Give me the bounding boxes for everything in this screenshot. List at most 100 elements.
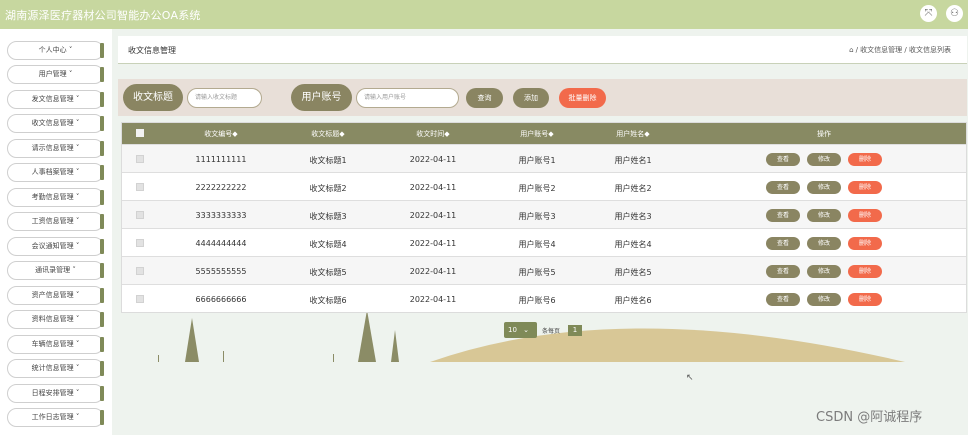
- delete-button[interactable]: 删除: [848, 209, 882, 222]
- sidebar-item-meeting[interactable]: 会议通知管理 ˅: [7, 237, 104, 256]
- edit-button[interactable]: 修改: [807, 237, 841, 250]
- sidebar-item-personal-center[interactable]: 个人中心 ˅: [7, 41, 104, 60]
- page-title: 收文信息管理: [128, 46, 176, 55]
- table-row: 1111111111 收文标题1 2022-04-11 用户账号1 用户姓名1 …: [122, 144, 966, 172]
- cell-name: 用户姓名5: [614, 268, 652, 277]
- col-header-no[interactable]: 收文编号◆: [204, 129, 237, 139]
- sidebar-item-assets[interactable]: 资产信息管理 ˅: [7, 286, 104, 305]
- query-button[interactable]: 查询: [466, 88, 503, 108]
- user-icon[interactable]: ⚇: [946, 5, 963, 22]
- row-checkbox[interactable]: [136, 295, 144, 303]
- cell-no: 4444444444: [195, 239, 247, 248]
- col-header-title[interactable]: 收文标题◆: [311, 129, 344, 139]
- delete-button[interactable]: 删除: [848, 237, 882, 250]
- title-search-label: 收文标题: [123, 84, 183, 111]
- row-checkbox[interactable]: [136, 183, 144, 191]
- batch-delete-button[interactable]: 批量删除: [559, 88, 606, 108]
- page-size-value: 10: [508, 326, 517, 334]
- cell-account: 用户账号4: [518, 240, 556, 249]
- cell-account: 用户账号3: [518, 212, 556, 221]
- cell-account: 用户账号6: [518, 296, 556, 305]
- sidebar-item-salary[interactable]: 工资信息管理 ˅: [7, 212, 104, 231]
- sidebar-item-statistics[interactable]: 统计信息管理 ˅: [7, 359, 104, 378]
- search-bar: 收文标题 请输入收文标题 用户账号 请输入用户账号 查询 添加 批量删除: [118, 79, 967, 116]
- cell-name: 用户姓名3: [614, 212, 652, 221]
- edit-button[interactable]: 修改: [807, 293, 841, 306]
- delete-button[interactable]: 删除: [848, 153, 882, 166]
- cell-title: 收文标题5: [309, 268, 347, 277]
- select-all-checkbox[interactable]: [136, 129, 144, 137]
- row-checkbox[interactable]: [136, 211, 144, 219]
- chevron-down-icon: ⌄: [523, 326, 530, 334]
- add-button[interactable]: 添加: [513, 88, 549, 108]
- col-header-name[interactable]: 用户姓名◆: [616, 129, 649, 139]
- title-search-input[interactable]: 请输入收文标题: [187, 88, 262, 108]
- cell-no: 6666666666: [195, 295, 247, 304]
- content-header: 收文信息管理 ⌂ / 收文信息管理 / 收文信息列表: [118, 36, 967, 64]
- cell-time: 2022-04-11: [409, 239, 457, 248]
- home-icon[interactable]: ⌂: [849, 46, 853, 54]
- sidebar-item-contacts[interactable]: 通讯录管理 ˅: [7, 261, 104, 280]
- view-button[interactable]: 查看: [766, 181, 800, 194]
- view-button[interactable]: 查看: [766, 237, 800, 250]
- edit-button[interactable]: 修改: [807, 265, 841, 278]
- cell-name: 用户姓名1: [614, 156, 652, 165]
- cell-no: 1111111111: [195, 155, 247, 164]
- sidebar-item-outgoing-doc[interactable]: 发文信息管理 ˅: [7, 90, 104, 109]
- sidebar-item-work-log[interactable]: 工作日志管理 ˅: [7, 408, 104, 427]
- col-header-time[interactable]: 收文时间◆: [416, 129, 449, 139]
- row-checkbox[interactable]: [136, 239, 144, 247]
- cell-account: 用户账号2: [518, 184, 556, 193]
- table-row: 3333333333 收文标题3 2022-04-11 用户账号3 用户姓名3 …: [122, 200, 966, 228]
- edit-button[interactable]: 修改: [807, 181, 841, 194]
- cell-name: 用户姓名2: [614, 184, 652, 193]
- col-header-account[interactable]: 用户账号◆: [520, 129, 553, 139]
- cell-no: 3333333333: [195, 211, 247, 220]
- cell-time: 2022-04-11: [409, 267, 457, 276]
- app-title: 湖南源泽医疗器材公司智能办公OA系统: [5, 9, 201, 22]
- sidebar: 个人中心 ˅ 用户管理 ˅ 发文信息管理 ˅ 收文信息管理 ˅ 请示信息管理 ˅…: [0, 29, 112, 435]
- sidebar-item-materials[interactable]: 资料信息管理 ˅: [7, 310, 104, 329]
- cell-name: 用户姓名6: [614, 296, 652, 305]
- delete-button[interactable]: 删除: [848, 181, 882, 194]
- edit-button[interactable]: 修改: [807, 153, 841, 166]
- sidebar-item-requests[interactable]: 请示信息管理 ˅: [7, 139, 104, 158]
- sidebar-item-attendance[interactable]: 考勤信息管理 ˅: [7, 188, 104, 207]
- page-size-select[interactable]: 10 ⌄: [504, 322, 537, 338]
- delete-button[interactable]: 删除: [848, 265, 882, 278]
- table-row: 5555555555 收文标题5 2022-04-11 用户账号5 用户姓名5 …: [122, 256, 966, 284]
- account-search-input[interactable]: 请输入用户账号: [356, 88, 459, 108]
- cell-time: 2022-04-11: [409, 155, 457, 164]
- delete-button[interactable]: 删除: [848, 293, 882, 306]
- sidebar-item-user-mgmt[interactable]: 用户管理 ˅: [7, 65, 104, 84]
- sidebar-item-vehicles[interactable]: 车辆信息管理 ˅: [7, 335, 104, 354]
- mouse-cursor-icon: ↖: [686, 373, 694, 383]
- page-number-button[interactable]: 1: [568, 325, 582, 336]
- watermark: CSDN @阿诚程序: [816, 410, 923, 425]
- view-button[interactable]: 查看: [766, 153, 800, 166]
- breadcrumb: ⌂ / 收文信息管理 / 收文信息列表: [849, 45, 951, 55]
- cell-title: 收文标题2: [309, 184, 347, 193]
- data-table: 收文编号◆ 收文标题◆ 收文时间◆ 用户账号◆ 用户姓名◆ 操作 1111111…: [121, 122, 967, 313]
- sidebar-item-schedule[interactable]: 日程安排管理 ˅: [7, 384, 104, 403]
- table-header: 收文编号◆ 收文标题◆ 收文时间◆ 用户账号◆ 用户姓名◆ 操作: [122, 123, 966, 144]
- cell-no: 5555555555: [195, 267, 247, 276]
- cell-title: 收文标题1: [309, 156, 347, 165]
- fullscreen-icon[interactable]: ⤧: [920, 5, 937, 22]
- cell-account: 用户账号5: [518, 268, 556, 277]
- account-search-label: 用户账号: [291, 84, 352, 111]
- table-row: 6666666666 收文标题6 2022-04-11 用户账号6 用户姓名6 …: [122, 284, 966, 312]
- row-checkbox[interactable]: [136, 155, 144, 163]
- cell-time: 2022-04-11: [409, 211, 457, 220]
- edit-button[interactable]: 修改: [807, 209, 841, 222]
- cell-no: 2222222222: [195, 183, 247, 192]
- sidebar-item-hr-files[interactable]: 人事档案管理 ˅: [7, 163, 104, 182]
- view-button[interactable]: 查看: [766, 209, 800, 222]
- sidebar-item-incoming-doc[interactable]: 收文信息管理 ˅: [7, 114, 104, 133]
- breadcrumb-path: / 收文信息管理 / 收文信息列表: [855, 46, 951, 54]
- view-button[interactable]: 查看: [766, 265, 800, 278]
- row-checkbox[interactable]: [136, 267, 144, 275]
- col-header-actions: 操作: [817, 130, 831, 138]
- view-button[interactable]: 查看: [766, 293, 800, 306]
- cell-title: 收文标题3: [309, 212, 347, 221]
